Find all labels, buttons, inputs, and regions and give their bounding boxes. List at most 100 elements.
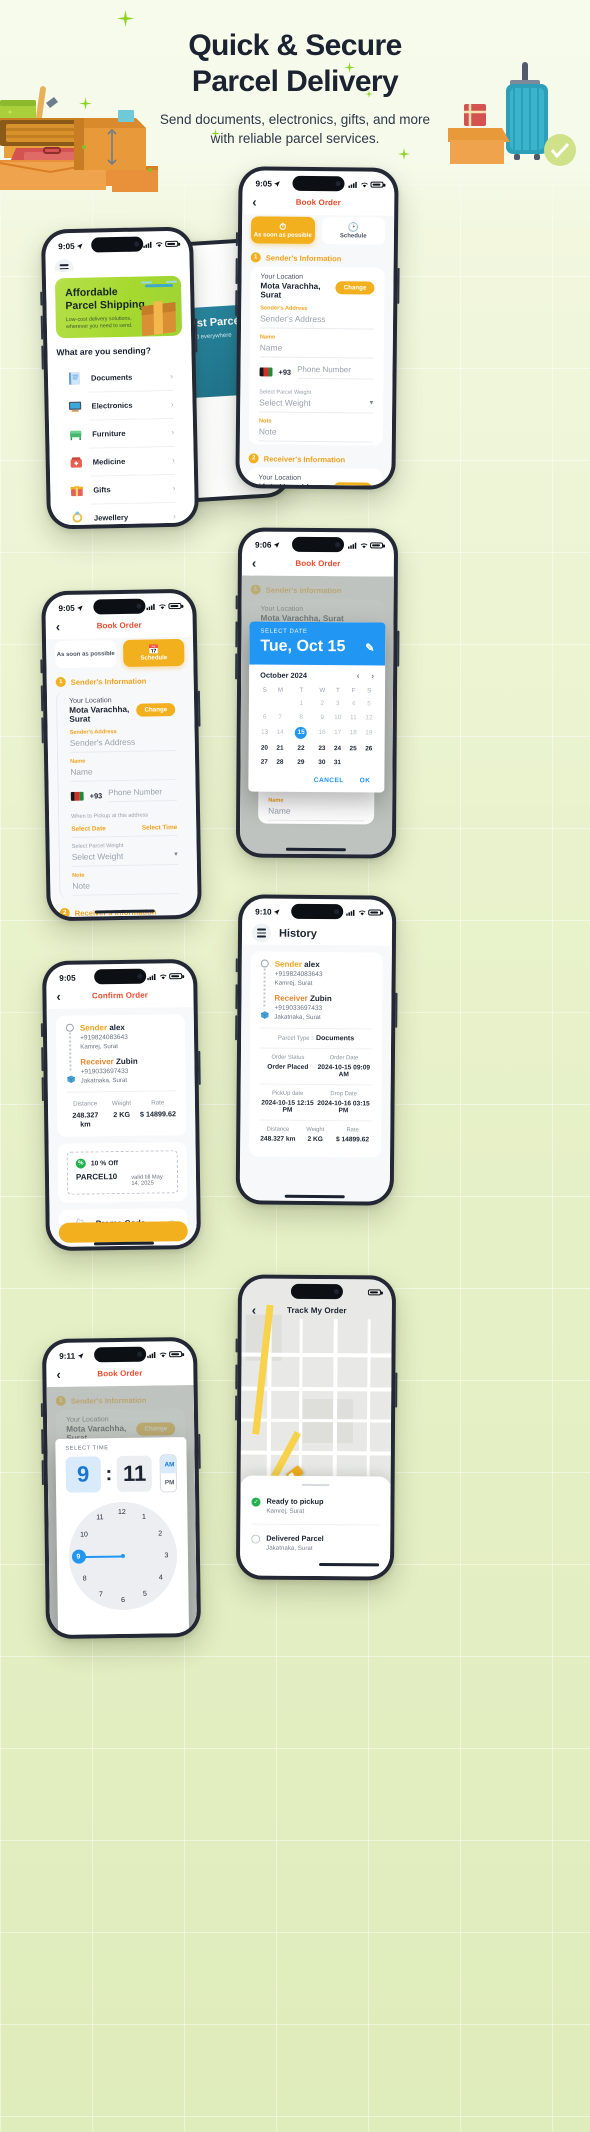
calendar-day[interactable]: 19 <box>361 724 377 742</box>
calendar-day[interactable]: 23 <box>314 742 330 755</box>
history-order-card[interactable]: Sender alex +919824083643 Kamrej, Surat … <box>249 951 383 1158</box>
list-item[interactable]: Documents › <box>57 362 184 393</box>
select-time-button[interactable]: Select Time <box>142 824 178 832</box>
calendar-day[interactable]: 29 <box>288 755 314 769</box>
calendar-day[interactable]: 13 <box>257 723 273 741</box>
list-item[interactable]: Medicine › <box>58 446 185 477</box>
calendar-day[interactable]: 6 <box>257 710 273 723</box>
list-item[interactable]: Furniture › <box>58 418 185 449</box>
calendar-day[interactable]: 17 <box>330 724 346 742</box>
clock-number[interactable]: 3 <box>159 1548 173 1562</box>
pencil-icon[interactable]: ✎ <box>365 641 374 654</box>
clock-number[interactable]: 1 <box>137 1510 151 1524</box>
phone-book-order-schedule[interactable]: 9:05 ‹ Book Order As soon as possible 📅 … <box>40 588 202 922</box>
select-date-button[interactable]: Select Date <box>71 825 106 833</box>
sheet-grabber[interactable] <box>301 1483 330 1487</box>
calendar-day[interactable]: 31 <box>330 756 346 769</box>
calendar-grid[interactable]: SMTWTFS 1 2 3 4 5 6 7 8 9 10 11 12 13 14 15 16 17 18 19 20 2… <box>248 682 385 774</box>
sender-weight-field[interactable]: Select Parcel Weight Select Weight ▾ <box>259 383 374 414</box>
list-item[interactable]: Jewellery › <box>60 502 187 526</box>
tab-schedule[interactable]: 📅 Schedule <box>122 638 185 667</box>
phone-date-picker[interactable]: 9:06 ‹ Book Order 1 Sender's Information… <box>235 527 400 859</box>
analog-clock-dial[interactable]: 12 1 2 3 4 5 6 7 8 9 10 11 <box>67 1501 178 1611</box>
sender-note-field[interactable]: Note Note <box>258 412 374 443</box>
sender-address-field[interactable]: Sender's Address Sender's Address <box>259 299 375 330</box>
ok-button[interactable]: OK <box>360 777 371 784</box>
calendar-day[interactable]: 3 <box>330 697 346 710</box>
clock-number-selected[interactable]: 9 <box>71 1549 86 1564</box>
confirm-order-button[interactable] <box>58 1221 188 1243</box>
meridiem-toggle[interactable]: AM PM <box>159 1454 178 1493</box>
calendar-day[interactable]: 28 <box>272 755 288 768</box>
calendar-day[interactable]: 7 <box>272 710 288 723</box>
calendar-day[interactable]: 30 <box>314 755 330 768</box>
change-sender-location-button[interactable]: Change <box>136 702 176 717</box>
calendar-day[interactable]: 25 <box>345 742 361 755</box>
calendar-day[interactable]: 21 <box>272 742 288 755</box>
calendar-day[interactable]: 27 <box>256 755 272 768</box>
tab-schedule[interactable]: 🕑 Schedule <box>321 217 386 245</box>
coupon-card[interactable]: % 10 % Off PARCEL10 valid till May 14, 2… <box>57 1142 188 1203</box>
calendar-day[interactable]: 22 <box>288 742 314 756</box>
list-item[interactable]: Electronics › <box>57 390 184 421</box>
clock-number[interactable]: 6 <box>116 1593 130 1607</box>
chevron-left-icon[interactable]: ‹ <box>357 671 360 680</box>
phone-history[interactable]: 9:10 History Sender alex +919824083643 K… <box>235 894 398 1206</box>
calendar-day[interactable]: 8 <box>288 710 314 724</box>
cancel-button[interactable]: CANCEL <box>314 777 344 784</box>
change-receiver-location-button[interactable]: Change <box>333 481 373 486</box>
calendar-day[interactable]: 4 <box>346 697 362 710</box>
calendar-day[interactable]: 12 <box>361 711 377 724</box>
calendar-day-selected[interactable]: 15 <box>295 726 308 739</box>
hour-input[interactable]: 9 <box>65 1456 101 1493</box>
calendar-day[interactable]: 15 <box>288 724 314 743</box>
phone-track-order[interactable]: 9:10 ‹ Track My Order ✓ Ready to pickup … <box>235 1274 398 1581</box>
tab-as-soon-as-possible[interactable]: ⏱ As soon as possible <box>250 216 315 244</box>
list-item[interactable]: Gifts › <box>59 474 186 505</box>
calendar-day[interactable]: 20 <box>257 742 273 755</box>
time-picker-dialog[interactable]: SELECT TIME 9 : 11 AM PM 12 1 2 3 4 5 6 7 8 9 10 11 <box>55 1437 190 1636</box>
date-picker-dialog[interactable]: SELECT DATE Tue, Oct 15 ✎ October 2024 ‹… <box>248 621 386 793</box>
tab-as-soon-as-possible[interactable]: As soon as possible <box>55 640 117 669</box>
calendar-day[interactable]: 1 <box>288 697 314 711</box>
sender-name-field[interactable]: Name Name <box>69 751 177 782</box>
calendar-day[interactable]: 24 <box>330 742 346 755</box>
calendar-day[interactable]: 2 <box>314 697 330 710</box>
minute-input[interactable]: 11 <box>117 1455 153 1493</box>
sender-weight-field[interactable]: Select Parcel Weight Select Weight ▾ <box>71 836 178 867</box>
calendar-day[interactable]: 14 <box>272 723 288 741</box>
sender-phone-field[interactable]: +93 Phone Number <box>259 357 374 384</box>
promo-banner[interactable]: Affordable Parcel Shipping Low-cost deli… <box>54 275 183 339</box>
phone-time-picker[interactable]: 9:11 ‹ Book Order 1 Sender's Information <box>40 1336 202 1640</box>
clock-number[interactable]: 5 <box>138 1587 152 1601</box>
phone-book-order[interactable]: 9:05 ‹ Book Order ⏱ As soon as possible … <box>235 166 400 490</box>
clock-number[interactable]: 12 <box>115 1505 129 1519</box>
sender-phone-field[interactable]: +93 Phone Number <box>70 780 177 808</box>
calendar-day[interactable]: 11 <box>346 711 362 724</box>
clock-number[interactable]: 2 <box>153 1526 167 1540</box>
clock-number[interactable]: 4 <box>154 1570 168 1584</box>
chevron-right-icon[interactable]: › <box>371 671 374 680</box>
calendar-day[interactable]: 9 <box>314 710 330 723</box>
calendar-day[interactable]: 18 <box>345 724 361 742</box>
phone-confirm-order[interactable]: 9:05 ‹ Confirm Order Sender alex +919824… <box>40 958 202 1252</box>
clock-number[interactable]: 7 <box>94 1587 108 1601</box>
calendar-day[interactable]: 26 <box>361 742 377 755</box>
calendar-day[interactable]: 10 <box>330 710 346 723</box>
clock-number[interactable]: 11 <box>93 1511 107 1525</box>
calendar-day[interactable]: 5 <box>361 697 377 710</box>
phone-home[interactable]: 9:05 Affordable Parcel Shipping Low-cost… <box>40 226 200 530</box>
change-sender-location-button[interactable]: Change <box>335 280 375 295</box>
phone-input[interactable]: Phone Number <box>297 364 374 380</box>
clock-number[interactable]: 10 <box>77 1527 91 1541</box>
sender-address-field[interactable]: Sender's Address Sender's Address <box>69 722 176 753</box>
sender-name-field[interactable]: Name Name <box>259 328 374 359</box>
calendar-month-label[interactable]: October 2024 <box>260 671 307 680</box>
menu-button[interactable] <box>251 923 272 943</box>
clock-number[interactable]: 8 <box>78 1571 92 1585</box>
receiver-name-field[interactable]: Name Name <box>268 791 365 822</box>
calendar-day[interactable]: 16 <box>314 724 330 742</box>
am-option[interactable]: AM <box>160 1455 178 1474</box>
phone-input[interactable]: Phone Number <box>108 787 177 803</box>
pm-option[interactable]: PM <box>161 1473 178 1492</box>
